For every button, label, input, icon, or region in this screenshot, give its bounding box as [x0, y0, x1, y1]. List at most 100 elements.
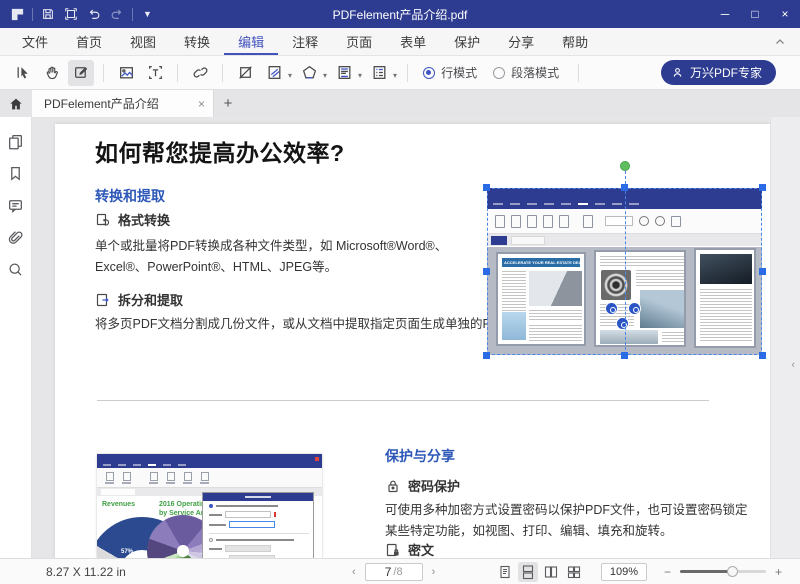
redact-icon [385, 542, 401, 558]
handle-e[interactable] [759, 268, 766, 275]
mini-rotate-left-button [605, 302, 618, 315]
tab-close-icon[interactable]: × [198, 97, 205, 111]
select-tool-icon[interactable] [10, 60, 36, 86]
main-area: 如何帮您提高办公效率? 转换和提取 格式转换 单个或批量将PDF转换成各种文件类… [0, 117, 800, 558]
section-convert-extract-title: 转换和提取 [95, 186, 165, 206]
grid-view-icon[interactable] [564, 562, 584, 582]
crop-tool-icon[interactable] [232, 60, 258, 86]
lock-icon [385, 478, 401, 494]
bookmarks-panel-icon[interactable] [7, 165, 24, 182]
menu-page[interactable]: 页面 [332, 28, 386, 55]
page-number-input[interactable]: 7 /8 [365, 563, 423, 581]
zoom-in-button[interactable]: + [769, 565, 788, 579]
menu-view[interactable]: 视图 [116, 28, 170, 55]
pdf-expert-button[interactable]: 万兴PDF专家 [661, 60, 776, 85]
menu-home[interactable]: 首页 [62, 28, 116, 55]
divider [222, 64, 223, 82]
mini-toolbar [97, 468, 322, 488]
link-tool-icon[interactable] [187, 60, 213, 86]
right-panel-collapse-icon[interactable]: ‹ [791, 359, 795, 371]
redo-icon[interactable] [109, 6, 125, 22]
close-button[interactable]: × [770, 0, 800, 28]
selected-image-object[interactable]: ACCELERATE YOUR REAL ESTATE DEALS [487, 188, 762, 355]
header-footer-tool-icon[interactable] [331, 60, 357, 86]
menu-share[interactable]: 分享 [494, 28, 548, 55]
line-mode-radio[interactable] [423, 67, 435, 79]
watermark-tool-icon[interactable] [261, 60, 287, 86]
next-page-icon[interactable]: › [432, 566, 436, 578]
minimize-button[interactable]: ─ [710, 0, 740, 28]
handle-s[interactable] [621, 352, 628, 359]
mini-replace-button [616, 317, 629, 330]
handle-se[interactable] [759, 352, 766, 359]
divider [177, 64, 178, 82]
header-footer-caret-icon[interactable]: ▾ [358, 71, 362, 80]
total-pages: /8 [393, 566, 402, 578]
page-heading: 如何帮您提高办公效率? [95, 134, 345, 168]
snapshot-icon[interactable] [63, 6, 79, 22]
customize-toolbar-caret-icon[interactable]: ▼ [140, 9, 155, 19]
two-page-view-icon[interactable] [541, 562, 561, 582]
watermark-caret-icon[interactable]: ▾ [288, 71, 292, 80]
paragraph-mode-label: 段落模式 [511, 64, 559, 81]
embedded-screenshot-budget[interactable]: Revenues 2016 Operating B by Service Are… [97, 454, 322, 558]
mini-document-area: Revenues 2016 Operating B by Service Are… [97, 496, 322, 558]
zoom-slider[interactable] [680, 570, 766, 573]
left-panel-bar [0, 117, 32, 558]
current-page: 7 [385, 565, 392, 579]
paragraph-mode-radio[interactable] [493, 67, 505, 79]
handle-sw[interactable] [483, 352, 490, 359]
handle-n[interactable] [621, 184, 628, 191]
menu-help[interactable]: 帮助 [548, 28, 602, 55]
thumbnails-panel-icon[interactable] [7, 133, 24, 150]
continuous-view-icon[interactable] [518, 562, 538, 582]
edit-toolbar: ▾ ▾ ▾ ▾ 行模式 段落模式 万兴PDF专家 [0, 56, 800, 90]
hand-tool-icon[interactable] [39, 60, 65, 86]
feature-password-protect: 密码保护 [385, 476, 460, 495]
menu-comment[interactable]: 注释 [278, 28, 332, 55]
feature-title: 密码保护 [408, 476, 460, 495]
maximize-button[interactable]: □ [740, 0, 770, 28]
new-tab-button[interactable]: + [214, 90, 242, 117]
save-icon[interactable] [40, 6, 56, 22]
home-tab-button[interactable] [0, 90, 32, 117]
background-caret-icon[interactable]: ▾ [323, 71, 327, 80]
statusbar: 8.27 X 11.22 in ‹ 7 /8 › 109% − [0, 558, 800, 584]
collapse-ribbon-icon[interactable] [760, 28, 800, 55]
home-icon [8, 96, 24, 112]
right-scroll-area[interactable]: ‹ [770, 117, 800, 558]
add-text-icon[interactable] [142, 60, 168, 86]
menu-convert[interactable]: 转换 [170, 28, 224, 55]
rotation-handle[interactable] [620, 161, 630, 171]
app-logo-icon[interactable] [9, 6, 25, 22]
menu-file[interactable]: 文件 [8, 28, 62, 55]
bates-numbering-tool-icon[interactable] [366, 60, 392, 86]
search-panel-icon[interactable] [7, 261, 24, 278]
pdfelement-window: ▼ PDFelement产品介绍.pdf ─ □ × 文件 首页 视图 转换 编… [0, 0, 800, 584]
undo-icon[interactable] [86, 6, 102, 22]
prev-page-icon[interactable]: ‹ [352, 566, 356, 578]
handle-nw[interactable] [483, 184, 490, 191]
zoom-out-button[interactable]: − [658, 565, 677, 579]
background-tool-icon[interactable] [296, 60, 322, 86]
rotation-axis-line [625, 166, 626, 355]
single-page-view-icon[interactable] [495, 562, 515, 582]
bates-caret-icon[interactable]: ▾ [393, 71, 397, 80]
add-image-icon[interactable] [113, 60, 139, 86]
menu-edit[interactable]: 编辑 [224, 28, 278, 55]
line-mode-label: 行模式 [441, 64, 477, 81]
document-tabbar: PDFelement产品介绍 × + [0, 90, 800, 117]
handle-ne[interactable] [759, 184, 766, 191]
attachments-panel-icon[interactable] [7, 229, 24, 246]
mini-close-icon [315, 457, 319, 461]
document-tab[interactable]: PDFelement产品介绍 × [32, 90, 214, 117]
handle-w[interactable] [483, 268, 490, 275]
zoom-slider-thumb[interactable] [727, 566, 738, 577]
menu-protect[interactable]: 保护 [440, 28, 494, 55]
comments-panel-icon[interactable] [7, 197, 24, 214]
menu-form[interactable]: 表单 [386, 28, 440, 55]
section-protect-share-title: 保护与分享 [385, 446, 455, 466]
convert-icon [95, 212, 111, 228]
zoom-level-input[interactable]: 109% [601, 563, 647, 581]
edit-object-tool-icon[interactable] [68, 60, 94, 86]
